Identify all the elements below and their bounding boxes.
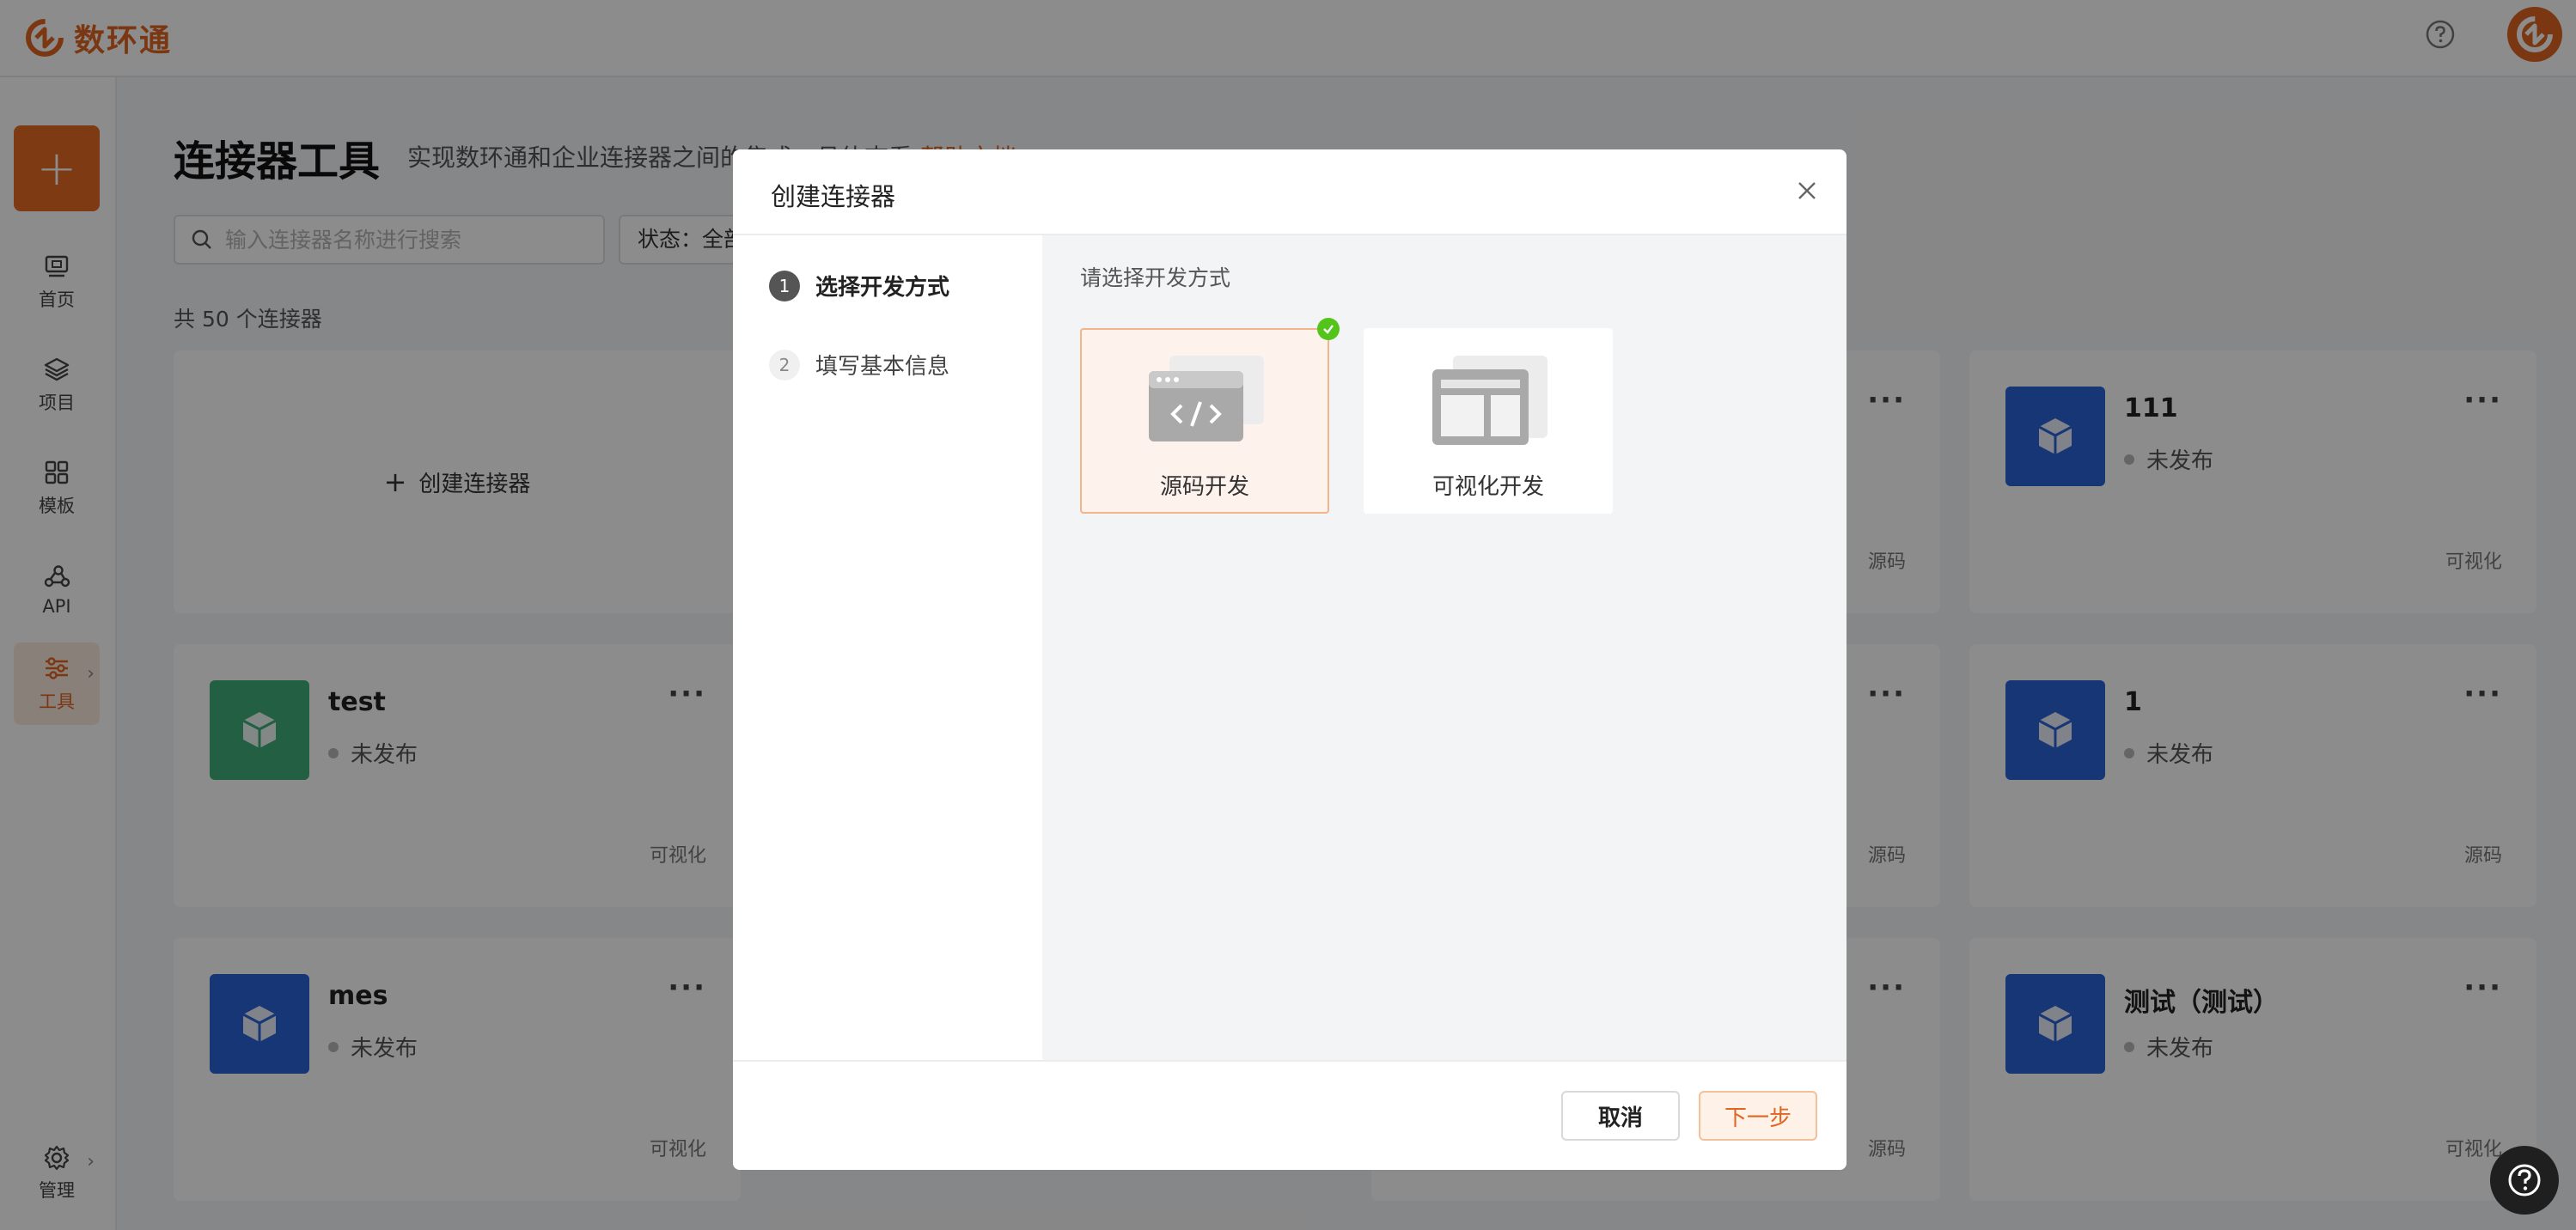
floating-help-button[interactable] [2490, 1146, 2559, 1215]
step-label: 填写基本信息 [815, 354, 950, 380]
close-icon[interactable] [1792, 175, 1822, 206]
code-window-icon [1149, 356, 1264, 441]
step-basic-info: 2 填写基本信息 [769, 349, 949, 381]
modal-title: 创建连接器 [771, 182, 896, 211]
create-connector-modal: 创建连接器 1 选择开发方式 2 填写基本信息 请选择开发方式 源码开发 可视化… [733, 149, 1847, 1170]
step-list: 1 选择开发方式 2 填写基本信息 [733, 235, 1042, 1060]
step-number: 1 [769, 270, 800, 301]
option-label: 源码开发 [1159, 474, 1249, 500]
cancel-button[interactable]: 取消 [1561, 1091, 1680, 1141]
modal-content: 请选择开发方式 源码开发 可视化开发 [1042, 235, 1847, 1060]
step-label: 选择开发方式 [815, 275, 950, 301]
choose-method-prompt: 请选择开发方式 [1080, 265, 1231, 290]
option-label: 可视化开发 [1431, 474, 1544, 500]
layout-window-icon [1432, 356, 1547, 445]
modal-header: 创建连接器 [733, 149, 1847, 235]
check-icon [1317, 318, 1340, 340]
option-visual[interactable]: 可视化开发 [1364, 328, 1613, 514]
option-source-code[interactable]: 源码开发 [1080, 318, 1340, 514]
question-icon [2508, 1164, 2541, 1197]
modal-footer: 取消 下一步 [733, 1060, 1847, 1170]
next-step-button[interactable]: 下一步 [1699, 1091, 1817, 1141]
step-number: 2 [769, 349, 800, 381]
step-choose-method: 1 选择开发方式 [769, 270, 949, 301]
